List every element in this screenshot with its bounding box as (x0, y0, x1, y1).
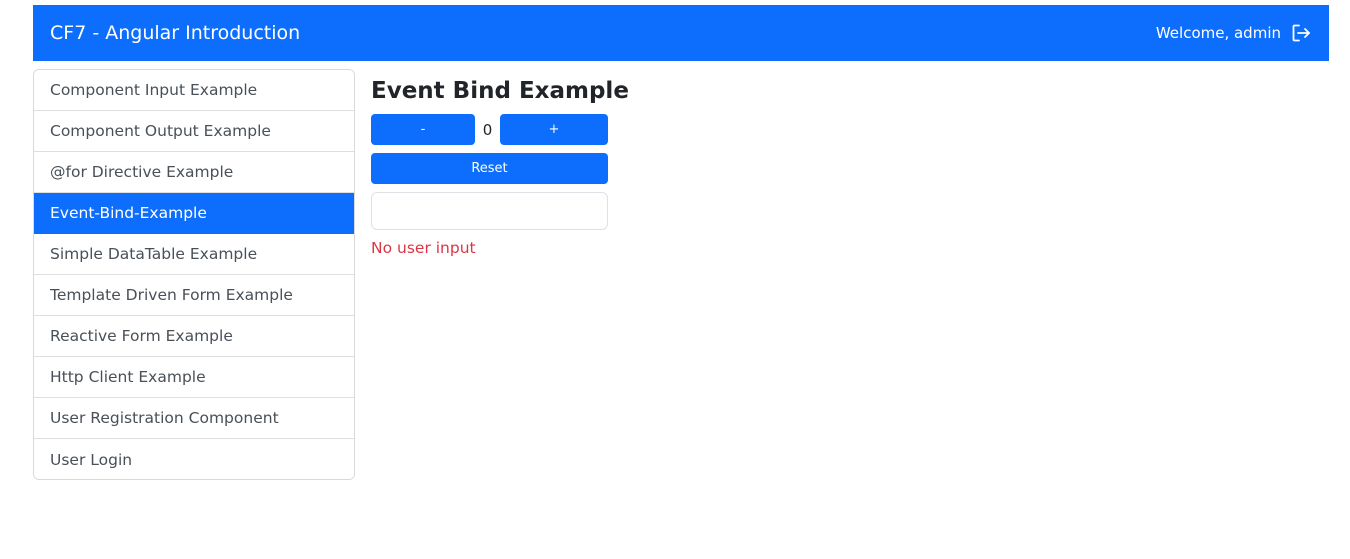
user-text-input[interactable] (371, 192, 608, 230)
sidebar-item-reactive-form[interactable]: Reactive Form Example (34, 316, 354, 357)
counter-value: 0 (482, 120, 493, 139)
top-navbar: CF7 - Angular Introduction Welcome, admi… (33, 5, 1329, 61)
sidebar-item-for-directive[interactable]: @for Directive Example (34, 152, 354, 193)
sidebar-item-component-output[interactable]: Component Output Example (34, 111, 354, 152)
user-input-status: No user input (371, 239, 476, 257)
sidebar-item-label: @for Directive Example (50, 163, 234, 181)
sidebar-item-http-client[interactable]: Http Client Example (34, 357, 354, 398)
sidebar-item-label: Reactive Form Example (50, 327, 233, 345)
sidebar-item-label: User Registration Component (50, 409, 279, 427)
decrement-button[interactable]: - (371, 114, 475, 145)
sidebar-item-label: Http Client Example (50, 368, 206, 386)
counter-controls: - 0 + (371, 114, 608, 145)
increment-button[interactable]: + (500, 114, 608, 145)
sidebar-item-event-bind[interactable]: Event-Bind-Example (34, 193, 354, 234)
main-content: Event Bind Example - 0 + Reset No user i… (371, 76, 671, 257)
logout-icon[interactable] (1290, 22, 1312, 44)
user-area: Welcome, admin (1156, 22, 1312, 44)
sidebar-item-label: Template Driven Form Example (50, 286, 293, 304)
sidebar-item-label: Event-Bind-Example (50, 204, 207, 222)
reset-button[interactable]: Reset (371, 153, 608, 184)
sidebar-item-component-input[interactable]: Component Input Example (34, 70, 354, 111)
sidebar-item-label: Component Output Example (50, 122, 271, 140)
sidebar-item-user-registration[interactable]: User Registration Component (34, 398, 354, 439)
page-title: Event Bind Example (371, 78, 629, 104)
sidebar-menu: Component Input Example Component Output… (33, 69, 355, 480)
brand-title[interactable]: CF7 - Angular Introduction (50, 22, 300, 44)
sidebar-item-label: Simple DataTable Example (50, 245, 258, 263)
sidebar-item-template-driven-form[interactable]: Template Driven Form Example (34, 275, 354, 316)
sidebar-item-label: Component Input Example (50, 81, 258, 99)
welcome-text: Welcome, admin (1155, 24, 1281, 42)
sidebar-item-label: User Login (50, 450, 133, 469)
sidebar-item-user-login[interactable]: User Login (34, 439, 354, 479)
sidebar-item-simple-datatable[interactable]: Simple DataTable Example (34, 234, 354, 275)
